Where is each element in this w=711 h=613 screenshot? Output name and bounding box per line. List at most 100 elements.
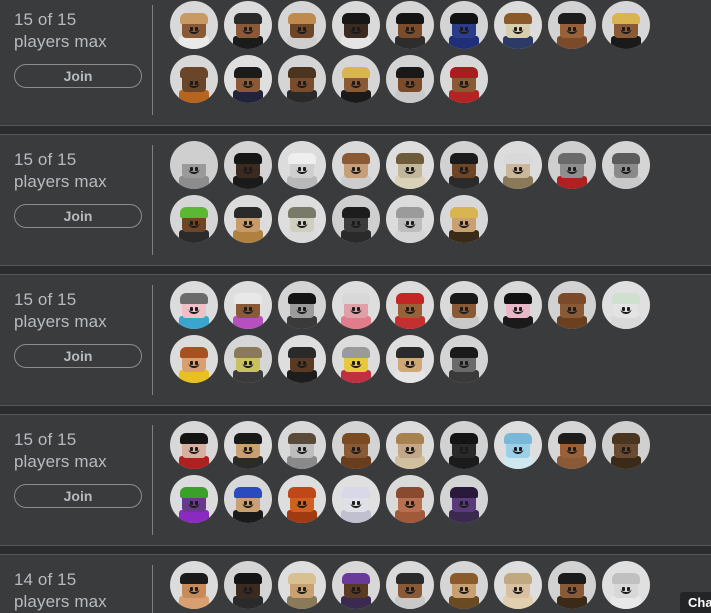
player-avatar[interactable] [548,141,596,189]
player-avatar[interactable] [170,335,218,383]
player-avatar[interactable] [494,281,542,329]
player-avatar[interactable] [494,421,542,469]
player-avatar[interactable] [332,561,380,609]
player-avatar[interactable] [548,281,596,329]
player-avatar[interactable] [386,1,434,49]
player-avatar[interactable] [602,141,650,189]
player-avatar[interactable] [386,281,434,329]
player-avatar[interactable] [224,195,272,243]
player-avatar[interactable] [170,281,218,329]
player-avatar[interactable] [494,561,542,609]
player-avatar[interactable] [602,421,650,469]
player-avatar[interactable] [278,335,326,383]
player-avatar[interactable] [170,1,218,49]
player-avatar[interactable] [224,561,272,609]
avatar-mouth [620,589,632,595]
avatar-hair [180,12,208,24]
player-avatar[interactable] [224,281,272,329]
player-avatar[interactable] [440,335,488,383]
player-avatar[interactable] [440,421,488,469]
player-avatar[interactable] [602,1,650,49]
player-avatar[interactable] [386,421,434,469]
player-avatar[interactable] [440,475,488,523]
player-avatar[interactable] [332,281,380,329]
avatar-mouth [458,29,470,35]
avatar-mouth [404,503,416,509]
player-avatar[interactable] [278,141,326,189]
avatar-hair [450,572,478,584]
chat-button[interactable]: Chat [680,592,711,613]
avatar-mouth [296,449,308,455]
player-avatar[interactable] [386,141,434,189]
player-avatar[interactable] [440,281,488,329]
player-avatar[interactable] [440,561,488,609]
avatar-hair [180,572,208,584]
join-button[interactable]: Join [14,484,142,508]
join-button[interactable]: Join [14,204,142,228]
avatar-mouth [458,83,470,89]
avatar-mouth [566,589,578,595]
player-avatar[interactable] [602,281,650,329]
join-button[interactable]: Join [14,64,142,88]
player-avatar[interactable] [440,141,488,189]
avatar-hair [612,432,640,444]
player-avatar[interactable] [386,475,434,523]
player-avatar[interactable] [332,55,380,103]
avatar-hair [234,486,262,498]
avatar-mouth [350,503,362,509]
player-avatar[interactable] [440,1,488,49]
server-info: 15 of 15 players max Join [0,415,152,508]
player-avatar[interactable] [224,421,272,469]
player-avatar[interactable] [224,141,272,189]
player-avatar[interactable] [278,421,326,469]
player-avatar[interactable] [224,1,272,49]
player-avatar[interactable] [386,55,434,103]
player-avatar[interactable] [278,561,326,609]
player-avatar[interactable] [224,335,272,383]
player-avatar[interactable] [332,335,380,383]
player-avatar[interactable] [278,195,326,243]
avatar-mouth [350,83,362,89]
avatar-hair [342,346,370,358]
avatar-mouth [404,589,416,595]
join-button[interactable]: Join [14,344,142,368]
player-avatar[interactable] [548,1,596,49]
player-avatar[interactable] [170,561,218,609]
avatar-hair [396,292,424,304]
player-avatar[interactable] [278,281,326,329]
player-avatar[interactable] [386,561,434,609]
player-avatar[interactable] [170,55,218,103]
avatar-mouth [512,589,524,595]
player-avatar[interactable] [278,475,326,523]
player-avatar[interactable] [440,195,488,243]
player-avatar[interactable] [548,561,596,609]
server-browser-panel: 15 of 15 players max Join 15 of 15 players… [0,0,711,613]
player-avatar[interactable] [170,421,218,469]
player-avatar[interactable] [494,141,542,189]
player-avatar[interactable] [170,195,218,243]
player-avatar[interactable] [224,475,272,523]
player-avatar[interactable] [440,55,488,103]
avatar-hair [450,12,478,24]
avatar-hair [234,572,262,584]
player-avatar[interactable] [332,195,380,243]
player-avatar[interactable] [332,141,380,189]
player-avatar[interactable] [548,421,596,469]
player-avatar[interactable] [386,195,434,243]
player-avatar[interactable] [278,1,326,49]
player-avatar[interactable] [278,55,326,103]
player-avatar[interactable] [224,55,272,103]
avatar-hair [450,206,478,218]
player-avatar[interactable] [494,1,542,49]
player-avatar[interactable] [332,421,380,469]
avatar-hair [504,432,532,444]
avatar-hair [180,486,208,498]
player-avatar[interactable] [170,475,218,523]
player-avatar[interactable] [332,475,380,523]
player-avatar[interactable] [170,141,218,189]
player-avatar[interactable] [386,335,434,383]
avatar-hair [450,152,478,164]
player-avatar[interactable] [602,561,650,609]
avatar-mouth [350,169,362,175]
player-avatar[interactable] [332,1,380,49]
